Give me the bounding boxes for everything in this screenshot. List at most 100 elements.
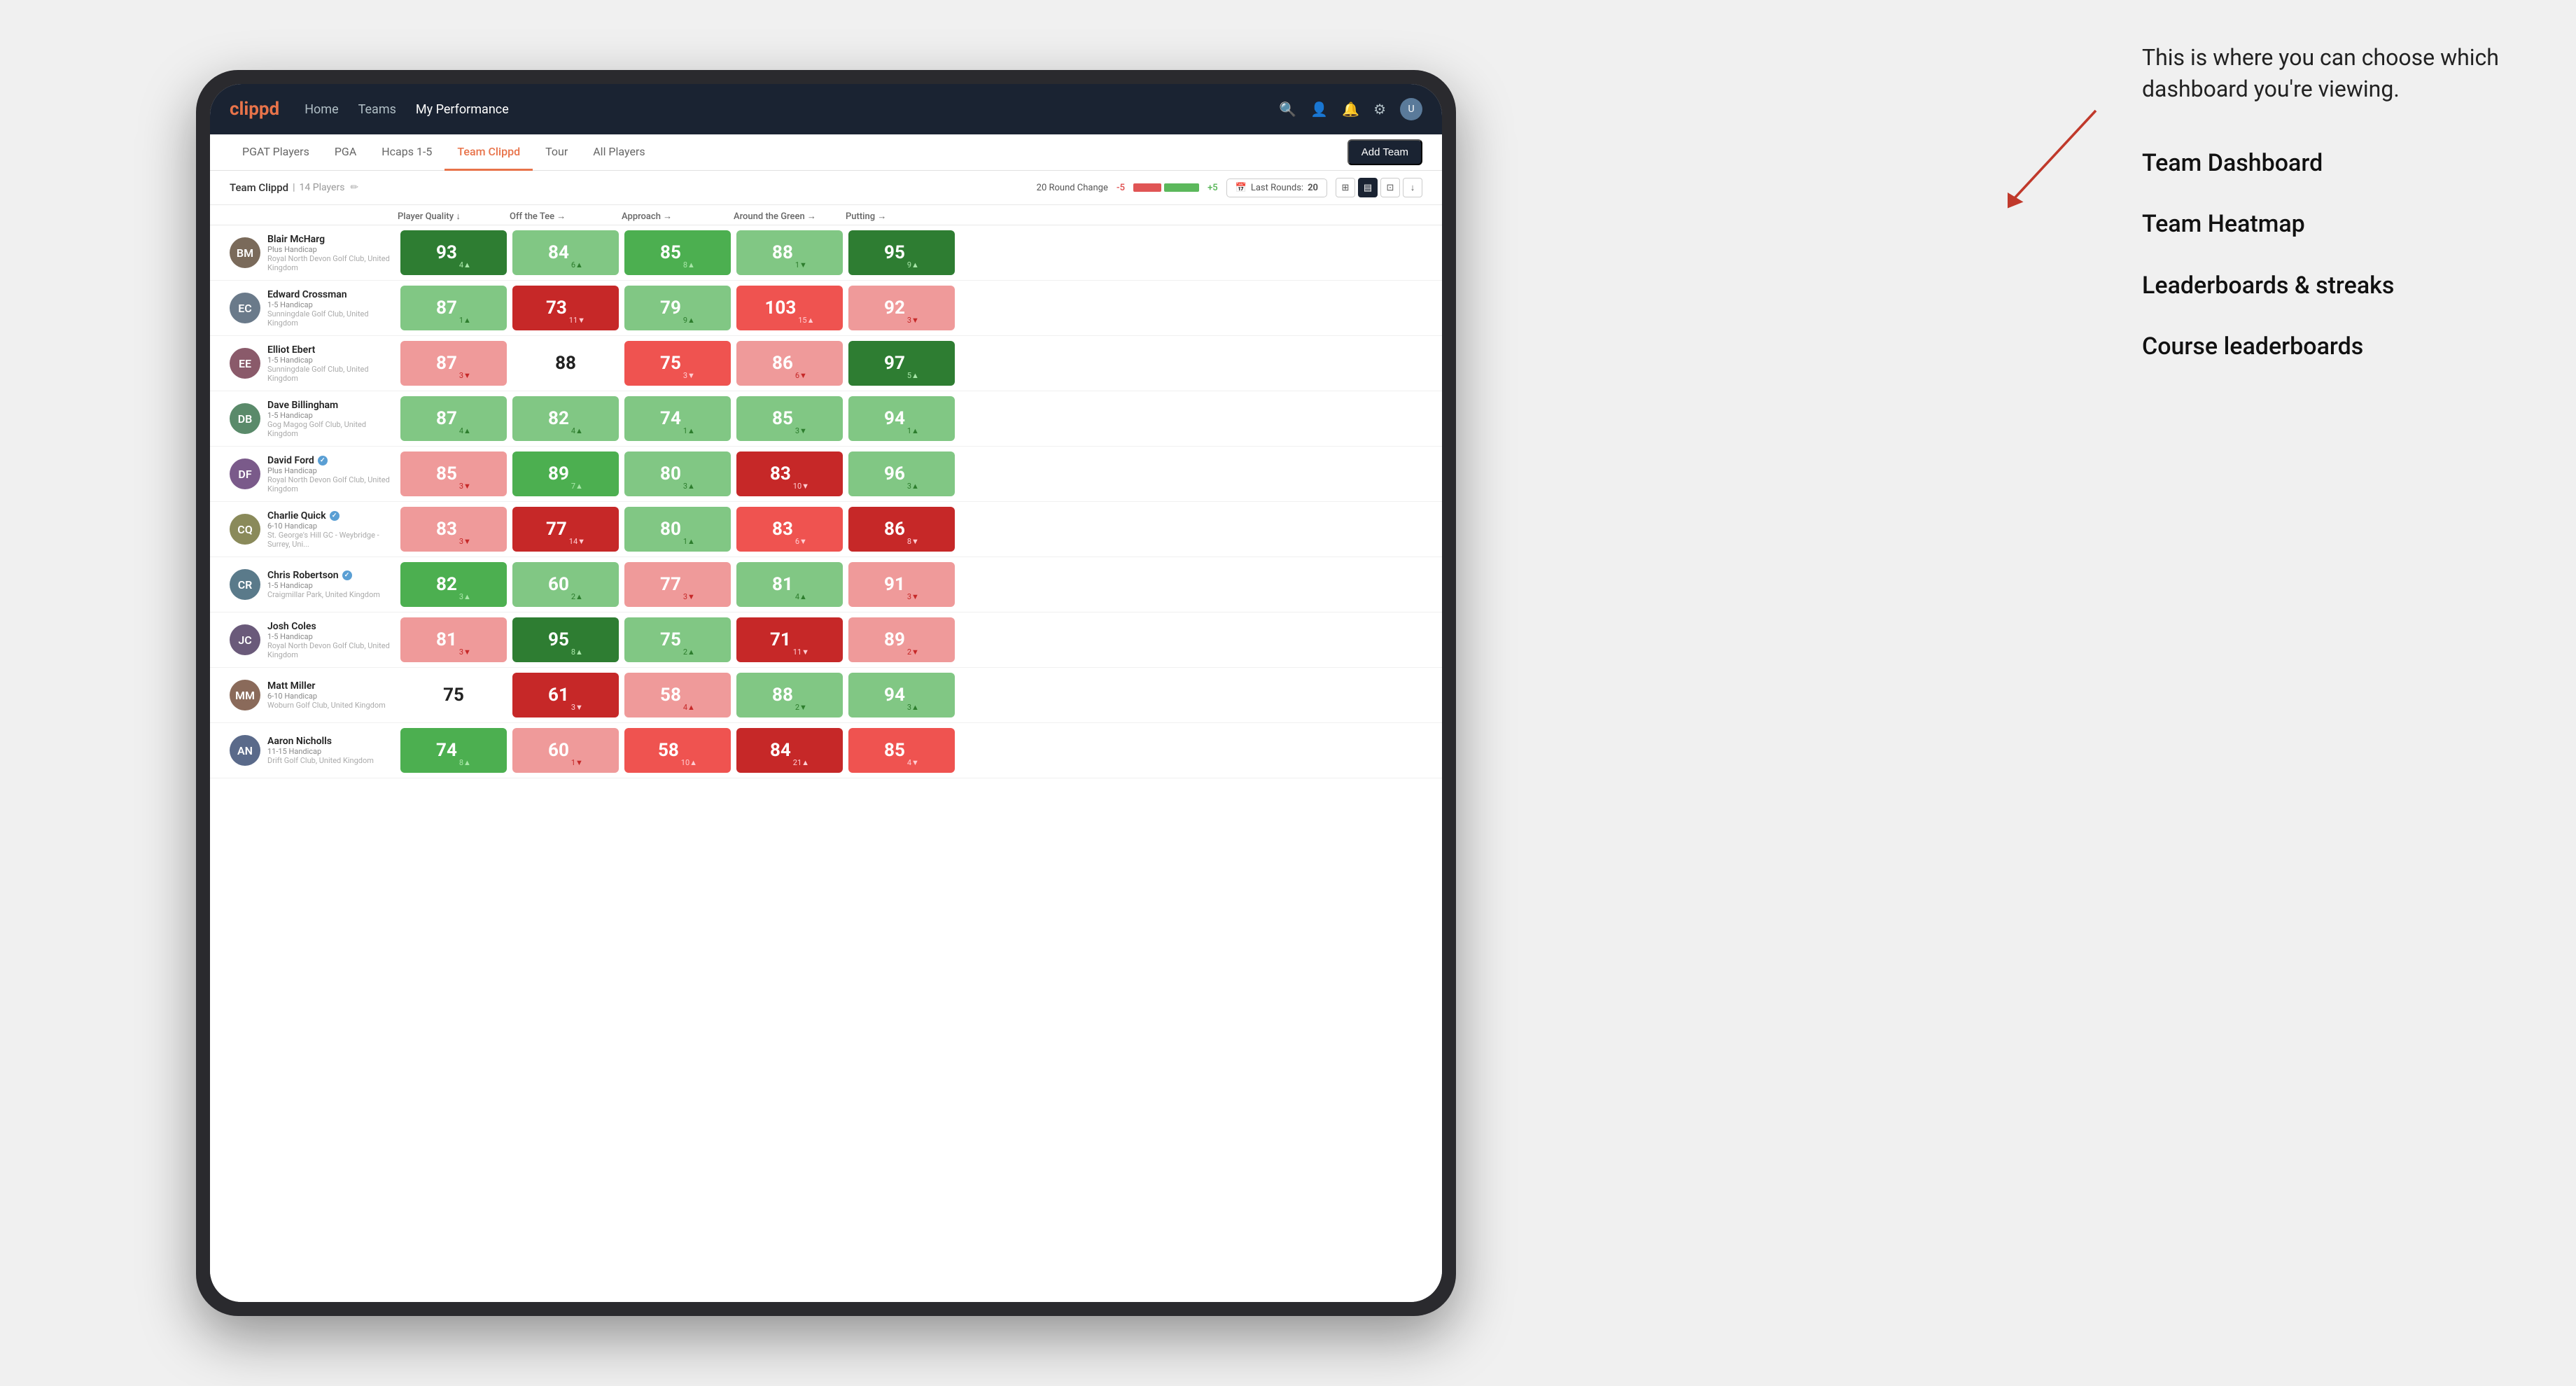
score-value: 79 [660,298,681,318]
score-change-down: 6▼ [795,371,807,380]
player-info-4: DFDavid Ford✓Plus HandicapRoyal North De… [230,455,398,493]
score-cell-6-0: 823▲ [400,562,507,607]
player-info-0: BMBlair McHargPlus HandicapRoyal North D… [230,234,398,272]
tab-hcaps[interactable]: Hcaps 1-5 [369,134,444,171]
table-row[interactable]: CRChris Robertson✓1-5 HandicapCraigmilla… [210,557,1442,612]
search-icon[interactable]: 🔍 [1279,101,1296,118]
tab-all-players[interactable]: All Players [580,134,657,171]
player-name[interactable]: Edward Crossman [267,289,398,300]
score-cell-9-3: 8421▲ [736,728,843,773]
player-name[interactable]: Josh Coles [267,621,398,632]
settings-icon[interactable]: ⚙ [1373,101,1386,118]
add-team-button[interactable]: Add Team [1348,139,1422,165]
table-row[interactable]: EEElliot Ebert1-5 HandicapSunningdale Go… [210,336,1442,391]
score-change-down: 3▼ [683,371,695,380]
score-change-up: 3▲ [907,482,919,491]
table-row[interactable]: CQCharlie Quick✓6-10 HandicapSt. George'… [210,502,1442,557]
user-avatar[interactable]: U [1400,98,1422,120]
col-around-green[interactable]: Around the Green → [734,211,846,222]
heatmap-view-button[interactable]: ⊡ [1380,178,1400,197]
table-row[interactable]: DBDave Billingham1-5 HandicapGog Magog G… [210,391,1442,447]
player-name[interactable]: Matt Miller [267,680,386,692]
score-value: 83 [436,519,457,540]
list-view-button[interactable]: ▤ [1358,178,1378,197]
score-value: 87 [436,353,457,374]
table-row[interactable]: ECEdward Crossman1-5 HandicapSunningdale… [210,281,1442,336]
col-putting[interactable]: Putting → [846,211,958,222]
round-change-area: 20 Round Change -5 +5 📅 Last Rounds: 20 … [1037,178,1422,197]
person-icon[interactable]: 👤 [1310,101,1328,118]
annotation-area: This is where you can choose which dashb… [2142,42,2506,392]
tab-tour[interactable]: Tour [533,134,580,171]
score-change-down: 3▼ [907,592,919,601]
table-row[interactable]: JCJosh Coles1-5 HandicapRoyal North Devo… [210,612,1442,668]
view-icons: ⊞ ▤ ⊡ ↓ [1336,178,1422,197]
score-cell-4-2: 803▲ [624,451,731,496]
tab-pga[interactable]: PGA [322,134,369,171]
score-change-up: 8▲ [571,648,583,657]
download-button[interactable]: ↓ [1403,178,1422,197]
col-off-tee[interactable]: Off the Tee → [510,211,622,222]
score-cell-5-0: 833▼ [400,507,507,552]
positive-bar [1164,183,1199,192]
score-cell-8-4: 943▲ [848,673,955,718]
score-change-up: 6▲ [571,260,583,270]
table-row[interactable]: MMMatt Miller6-10 HandicapWoburn Golf Cl… [210,668,1442,723]
nav-bar: clippd Home Teams My Performance 🔍 👤 🔔 ⚙… [210,84,1442,134]
score-cell-4-1: 897▲ [512,451,619,496]
score-cell-3-0: 874▲ [400,396,507,441]
tab-team-clippd[interactable]: Team Clippd [444,134,533,171]
player-name[interactable]: David Ford✓ [267,455,398,466]
player-name[interactable]: Chris Robertson✓ [267,570,380,581]
score-change-down: 3▼ [907,316,919,325]
table-row[interactable]: ANAaron Nicholls11-15 HandicapDrift Golf… [210,723,1442,778]
annotation-item-3: Leaderboards & streaks [2142,270,2506,303]
edit-team-icon[interactable]: ✏ [350,182,358,193]
score-value: 91 [884,574,905,595]
table-row[interactable]: DFDavid Ford✓Plus HandicapRoyal North De… [210,447,1442,502]
round-change-label: 20 Round Change [1037,183,1108,193]
player-name[interactable]: Blair McHarg [267,234,398,245]
score-value: 89 [548,463,569,484]
player-avatar: CR [230,569,260,600]
score-cell-9-2: 5810▲ [624,728,731,773]
player-handicap: Plus Handicap [267,245,398,254]
nav-teams[interactable]: Teams [358,102,396,117]
player-avatar: AN [230,735,260,766]
score-value: 81 [436,629,457,650]
score-cell-0-4: 959▲ [848,230,955,275]
score-value: 97 [884,353,905,374]
nav-home[interactable]: Home [304,102,338,117]
tab-pgat-players[interactable]: PGAT Players [230,134,322,171]
score-cell-6-1: 602▲ [512,562,619,607]
col-player-quality[interactable]: Player Quality ↓ [398,211,510,222]
player-name[interactable]: Aaron Nicholls [267,736,374,747]
grid-view-button[interactable]: ⊞ [1336,178,1355,197]
score-value: 84 [770,740,791,761]
score-value: 86 [772,353,793,374]
last-rounds-button[interactable]: 📅 Last Rounds: 20 [1226,178,1327,197]
score-value: 84 [548,242,569,263]
score-change-down: 8▼ [907,537,919,546]
bell-icon[interactable]: 🔔 [1342,101,1359,118]
score-value: 103 [764,298,796,318]
score-value: 87 [436,298,457,318]
score-value: 82 [548,408,569,429]
table-row[interactable]: BMBlair McHargPlus HandicapRoyal North D… [210,225,1442,281]
score-cell-5-3: 836▼ [736,507,843,552]
score-change-down: 3▼ [459,371,471,380]
table-header: Player Quality ↓ Off the Tee → Approach … [210,205,1442,225]
player-name[interactable]: Charlie Quick✓ [267,510,398,522]
score-cell-5-1: 7714▼ [512,507,619,552]
nav-my-performance[interactable]: My Performance [416,102,509,117]
col-approach[interactable]: Approach → [622,211,734,222]
player-handicap: 1-5 Handicap [267,632,398,641]
player-name[interactable]: Elliot Ebert [267,344,398,356]
score-change-up: 5▲ [907,371,919,380]
score-value: 89 [884,629,905,650]
player-handicap: 11-15 Handicap [267,747,374,756]
player-name[interactable]: Dave Billingham [267,400,398,411]
score-cell-8-3: 882▼ [736,673,843,718]
score-change-down: 6▼ [795,537,807,546]
score-value: 71 [770,629,791,650]
